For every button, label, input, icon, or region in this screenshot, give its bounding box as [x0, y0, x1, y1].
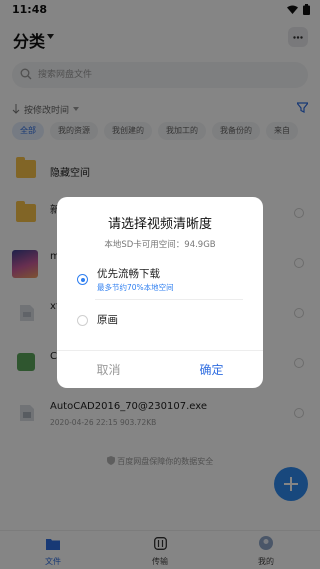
- option-radio[interactable]: [77, 274, 88, 285]
- option-hint: 最多节约70%本地空间: [97, 283, 174, 292]
- cancel-button[interactable]: 取消: [57, 351, 160, 388]
- divider: [95, 299, 243, 300]
- option-radio[interactable]: [77, 315, 88, 326]
- option-label: 原画: [97, 314, 118, 326]
- option-original[interactable]: 原画: [57, 309, 263, 343]
- option-smooth[interactable]: 优先流畅下载 最多节约70%本地空间: [57, 263, 263, 297]
- dialog-title: 请选择视频清晰度: [107, 217, 212, 232]
- option-label: 优先流畅下载: [97, 268, 160, 280]
- video-quality-dialog: 请选择视频清晰度 本地SD卡可用空间：94.9GB 优先流畅下载 最多节约70%…: [57, 197, 263, 388]
- confirm-button[interactable]: 确定: [160, 351, 263, 388]
- dialog-subtitle: 本地SD卡可用空间：94.9GB: [104, 240, 216, 250]
